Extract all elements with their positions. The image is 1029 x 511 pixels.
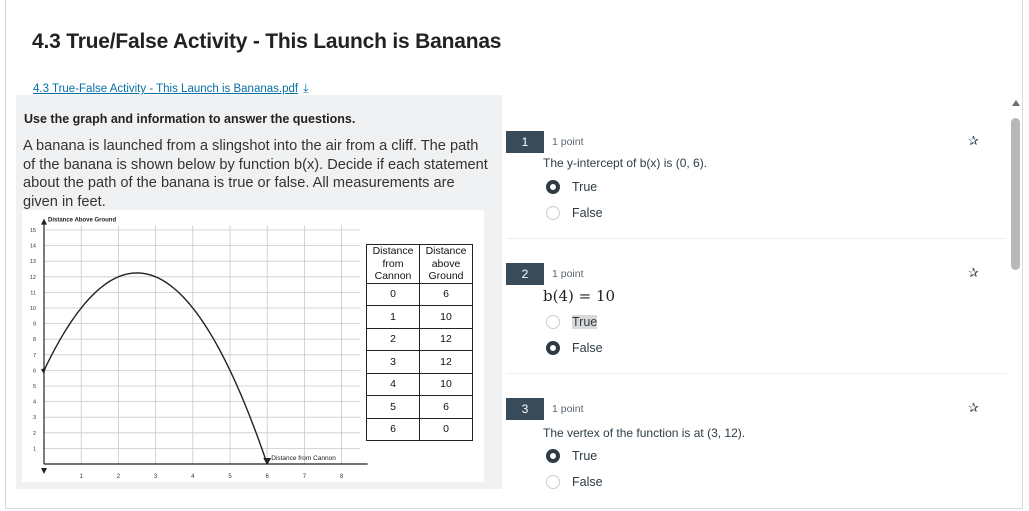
table-row: 56 bbox=[366, 395, 473, 419]
table-cell: 1 bbox=[366, 305, 420, 329]
question-divider bbox=[506, 238, 1006, 239]
answer-label[interactable]: False bbox=[572, 475, 603, 489]
x-tick-label: 8 bbox=[340, 474, 344, 480]
radio-unselected[interactable] bbox=[546, 315, 560, 329]
y-tick-label: 1 bbox=[33, 446, 36, 452]
scroll-up-arrow-icon[interactable] bbox=[1012, 100, 1020, 106]
y-tick-label: 2 bbox=[33, 431, 36, 437]
download-icon[interactable]: ⤓ bbox=[303, 81, 308, 96]
answer-label[interactable]: False bbox=[572, 206, 603, 220]
pin-icon[interactable]: ✰ bbox=[968, 265, 984, 281]
question-divider bbox=[506, 373, 1006, 374]
radio-unselected[interactable] bbox=[546, 206, 560, 220]
y-tick-label: 3 bbox=[33, 415, 36, 421]
question-number: 3 bbox=[506, 398, 544, 420]
table-cell: 2 bbox=[366, 327, 420, 351]
y-axis-label: Distance Above Ground bbox=[48, 218, 116, 224]
page-title: 4.3 True/False Activity - This Launch is… bbox=[32, 30, 502, 53]
table-cell: 10 bbox=[419, 372, 473, 396]
answer-option-true[interactable]: True bbox=[546, 179, 597, 195]
x-tick-label: 6 bbox=[266, 474, 270, 480]
table-cell: 10 bbox=[419, 305, 473, 329]
question-number: 1 bbox=[506, 131, 544, 153]
y-tick-label: 10 bbox=[30, 306, 36, 312]
x-tick-label: 2 bbox=[117, 474, 121, 480]
answer-option-true[interactable]: True bbox=[546, 314, 598, 330]
question-points: 1 point bbox=[552, 136, 584, 148]
graph-image: 1 2 3 4 5 6 7 8 1 2 3 4 5 6 7 8 9 10 11 12 13 14 15 Distance Ab… bbox=[22, 210, 484, 482]
question-number: 2 bbox=[506, 263, 544, 285]
table-row: 2 12 bbox=[366, 327, 473, 351]
answer-label[interactable]: False bbox=[572, 341, 603, 355]
table-row: 06 bbox=[366, 282, 473, 306]
pdf-download-link[interactable]: 4.3 True-False Activity - This Launch is… bbox=[33, 81, 308, 96]
radio-selected[interactable] bbox=[546, 341, 560, 355]
y-axis-arrow-bottom bbox=[41, 468, 47, 474]
table-row: 60 bbox=[366, 417, 473, 441]
table-row: 3 12 bbox=[366, 350, 473, 374]
table-cell: 0 bbox=[419, 417, 473, 441]
pin-icon[interactable]: ✰ bbox=[968, 133, 984, 149]
x-tick-label: 5 bbox=[228, 474, 232, 480]
y-tick-label: 6 bbox=[33, 368, 36, 374]
table-cell: 5 bbox=[366, 395, 420, 419]
table-cell: 6 bbox=[419, 395, 473, 419]
pin-icon[interactable]: ✰ bbox=[968, 400, 984, 416]
y-tick-label: 7 bbox=[33, 353, 36, 359]
answer-label[interactable]: True bbox=[572, 315, 598, 329]
table-cell: 0 bbox=[366, 282, 420, 306]
table-header-cell: Distance above Ground bbox=[419, 244, 473, 284]
question-text: The vertex of the function is at (3, 12)… bbox=[543, 426, 746, 440]
answer-option-false[interactable]: False bbox=[546, 340, 603, 356]
table-row: 4 10 bbox=[366, 372, 473, 396]
question-text: b(4) = 10 bbox=[543, 287, 616, 305]
answer-option-true[interactable]: True bbox=[546, 448, 597, 464]
y-tick-label: 15 bbox=[30, 228, 36, 234]
table-row: 1 10 bbox=[366, 305, 473, 329]
table-cell: 6 bbox=[419, 282, 473, 306]
question-points: 1 point bbox=[552, 403, 584, 415]
y-tick-label: 9 bbox=[33, 322, 36, 328]
questions-column: 1 1 point ✰ The y-intercept of b(x) is (… bbox=[506, 95, 1009, 509]
table-cell: 4 bbox=[366, 372, 420, 396]
answer-option-false[interactable]: False bbox=[546, 205, 603, 221]
curve-start-arrow bbox=[41, 367, 46, 375]
y-tick-label: 14 bbox=[30, 244, 36, 250]
data-table: Distance from Cannon Distance above Groun… bbox=[366, 244, 473, 441]
pdf-link-label[interactable]: 4.3 True-False Activity - This Launch is… bbox=[33, 83, 298, 95]
question-text: The y-intercept of b(x) is (0, 6). bbox=[543, 156, 708, 170]
answer-label[interactable]: True bbox=[572, 449, 597, 463]
question-points: 1 point bbox=[552, 268, 584, 280]
answer-option-false[interactable]: False bbox=[546, 474, 603, 490]
x-axis-label: Distance from Cannon bbox=[271, 455, 336, 462]
stimulus-problem-text: A banana is launched from a slingshot in… bbox=[23, 138, 488, 210]
table-header-cell: Distance from Cannon bbox=[366, 244, 420, 284]
scrollbar-thumb[interactable] bbox=[1011, 118, 1020, 270]
y-tick-label: 11 bbox=[30, 290, 36, 296]
table-cell: 12 bbox=[419, 327, 473, 351]
table-cell: 12 bbox=[419, 350, 473, 374]
x-tick-label: 1 bbox=[80, 474, 84, 480]
radio-selected[interactable] bbox=[546, 180, 560, 194]
x-tick-label: 3 bbox=[154, 474, 158, 480]
y-tick-label: 5 bbox=[33, 384, 36, 390]
y-tick-label: 13 bbox=[30, 259, 36, 265]
radio-selected[interactable] bbox=[546, 449, 560, 463]
y-tick-label: 4 bbox=[33, 400, 36, 406]
x-tick-label: 4 bbox=[191, 474, 195, 480]
y-tick-label: 8 bbox=[33, 337, 36, 343]
answer-label[interactable]: True bbox=[572, 180, 597, 194]
radio-unselected[interactable] bbox=[546, 475, 560, 489]
table-cell: 6 bbox=[366, 417, 420, 441]
y-axis-arrow bbox=[41, 218, 47, 225]
stimulus-instructions: Use the graph and information to answer … bbox=[24, 112, 356, 126]
table-cell: 3 bbox=[366, 350, 420, 374]
y-tick-label: 12 bbox=[30, 275, 36, 281]
x-tick-label: 7 bbox=[303, 474, 307, 480]
